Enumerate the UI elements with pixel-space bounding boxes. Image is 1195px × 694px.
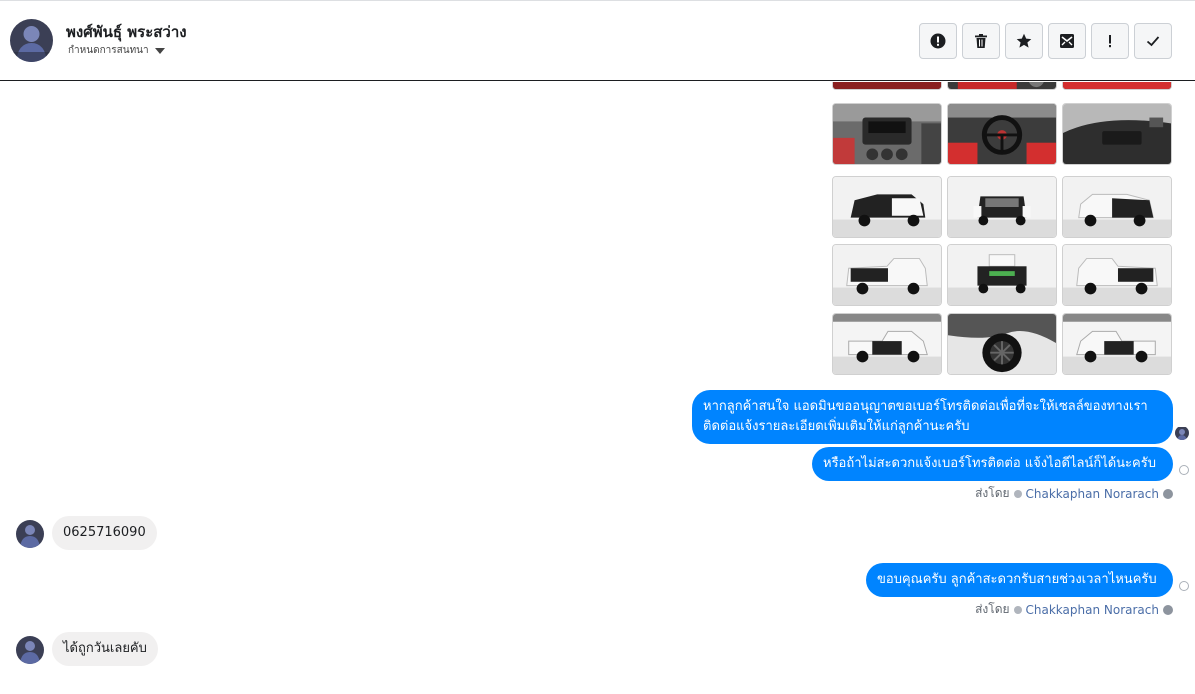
agent-name-link[interactable]: Chakkaphan Norarach [1026, 487, 1159, 501]
photo-truck-rear-angle-right[interactable] [1062, 244, 1172, 306]
photo-truck-front[interactable] [947, 176, 1057, 238]
mark-unread-icon [1060, 34, 1074, 48]
sender-avatar[interactable] [16, 636, 44, 664]
delivered-icon [1179, 581, 1189, 591]
outgoing-message[interactable]: ขอบคุณครับ ลูกค้าสะดวกรับสายช่วงเวลาไหนค… [866, 563, 1173, 597]
check-icon [1146, 36, 1160, 47]
spam-alert-icon [930, 33, 946, 49]
photo-truck-rear-angle-left[interactable] [832, 244, 942, 306]
trash-icon [975, 34, 987, 48]
mark-unread-button[interactable] [1048, 23, 1086, 59]
agent-check-icon [1013, 489, 1022, 498]
star-button[interactable] [1005, 23, 1043, 59]
photo-car-interior-3[interactable] [1062, 82, 1172, 90]
star-icon [1016, 33, 1032, 48]
sent-by-label: ส่งโดย [975, 602, 1010, 616]
contact-name[interactable]: พงศ์พันธุ์ พระสว่าง [66, 20, 187, 44]
photo-truck-side-right[interactable] [1062, 313, 1172, 375]
incoming-message[interactable]: 0625716090 [52, 516, 157, 550]
photo-dashboard-console[interactable] [832, 103, 942, 165]
help-icon[interactable] [1163, 488, 1173, 499]
sent-by-line: ส่งโดย Chakkaphan Norarach [975, 600, 1173, 619]
outgoing-message[interactable]: หรือถ้าไม่สะดวกแจ้งเบอร์โทรติดต่อ แจ้งไอ… [812, 447, 1173, 481]
conversation-header: พงศ์พันธุ์ พระสว่าง กำหนดการสนทนา [0, 0, 1195, 81]
help-icon[interactable] [1163, 604, 1173, 615]
exclamation-icon [1109, 35, 1111, 48]
photo-door-panel[interactable] [1062, 103, 1172, 165]
message-thread[interactable]: หากลูกค้าสนใจ แอดมินขออนุญาตขอเบอร์โทรติ… [0, 82, 1195, 694]
incoming-message[interactable]: ได้ถูกวันเลยคับ [52, 632, 158, 666]
photo-truck-front-angle-left[interactable] [832, 176, 942, 238]
photo-truck-side-left[interactable] [832, 313, 942, 375]
header-toolbar [919, 23, 1172, 59]
seen-avatar [1175, 426, 1189, 440]
photo-truck-rear[interactable] [947, 244, 1057, 306]
conversation-status-dropdown[interactable]: กำหนดการสนทนา [68, 43, 165, 58]
report-spam-button[interactable] [919, 23, 957, 59]
delete-button[interactable] [962, 23, 1000, 59]
agent-name-link[interactable]: Chakkaphan Norarach [1026, 603, 1159, 617]
messenger-conversation: พงศ์พันธุ์ พระสว่าง กำหนดการสนทนา หากลูก… [0, 0, 1195, 694]
conversation-status-label: กำหนดการสนทนา [68, 45, 149, 56]
photo-steering-wheel[interactable] [947, 103, 1057, 165]
sent-by-label: ส่งโดย [975, 486, 1010, 500]
agent-check-icon [1013, 605, 1022, 614]
contact-avatar[interactable] [10, 19, 53, 62]
photo-car-interior-2[interactable] [947, 82, 1057, 90]
priority-button[interactable] [1091, 23, 1129, 59]
outgoing-message[interactable]: หากลูกค้าสนใจ แอดมินขออนุญาตขอเบอร์โทรติ… [692, 390, 1173, 444]
chevron-down-icon [154, 47, 165, 54]
sent-by-line: ส่งโดย Chakkaphan Norarach [975, 484, 1173, 503]
mark-done-button[interactable] [1134, 23, 1172, 59]
photo-truck-front-angle-right[interactable] [1062, 176, 1172, 238]
sender-avatar[interactable] [16, 520, 44, 548]
photo-car-interior-1[interactable] [832, 82, 942, 90]
delivered-icon [1179, 465, 1189, 475]
photo-wheel-closeup[interactable] [947, 313, 1057, 375]
